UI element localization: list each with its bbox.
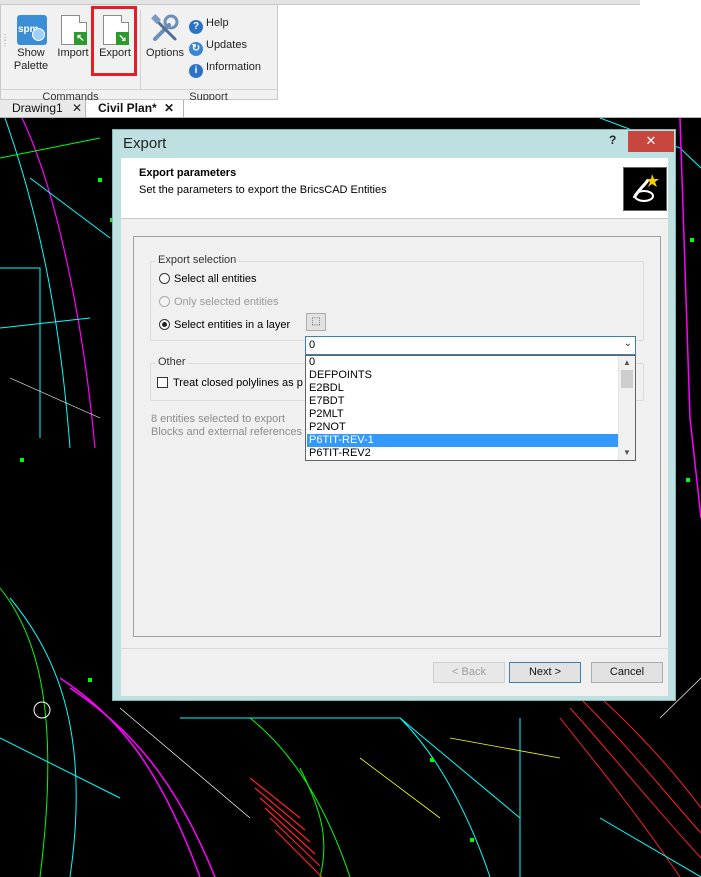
options-button[interactable]: Options (144, 13, 186, 60)
treat-closed-polylines-checkbox[interactable]: Treat closed polylines as p (157, 377, 303, 389)
document-tab-bar: Drawing1 ✕ Civil Plan* ✕ (0, 100, 701, 118)
ribbon: ⋮ ⋮ spm Show Palette ↖ Import ↘ Export O… (0, 0, 701, 103)
export-highlight-box (91, 6, 137, 76)
wizard-page-frame: Export selection Select all entities Onl… (133, 236, 661, 637)
close-icon: ✕ (645, 133, 657, 148)
information-link[interactable]: i Information (189, 57, 261, 78)
chevron-down-icon[interactable]: ⌄ (624, 338, 632, 349)
updates-icon: ↻ (189, 42, 203, 56)
export-logo-icon (623, 167, 667, 211)
other-legend: Other (156, 356, 188, 368)
only-selected-radio: Only selected entities (159, 296, 279, 308)
wizard-header-title: Export parameters (139, 167, 237, 179)
show-palette-label: Show Palette (13, 47, 49, 72)
panel-grip-icon[interactable]: ⋮ ⋮ (1, 34, 9, 55)
select-all-radio[interactable]: Select all entities (159, 273, 257, 285)
scroll-thumb[interactable] (621, 370, 633, 388)
radio-button[interactable] (159, 273, 170, 284)
layer-select[interactable]: 0 ⌄ (305, 336, 636, 355)
tab-drawing1[interactable]: Drawing1 ✕ (0, 100, 86, 117)
import-label: Import (57, 47, 89, 59)
import-button[interactable]: ↖ Import (54, 13, 92, 60)
dropdown-scrollbar[interactable]: ▲ ▼ (618, 356, 635, 460)
ribbon-panel: ⋮ ⋮ spm Show Palette ↖ Import ↘ Export O… (0, 5, 278, 103)
next-button[interactable]: Next > (509, 662, 581, 683)
layer-option[interactable]: P6TIT-REV2 (307, 447, 620, 460)
layer-option[interactable]: DEFPOINTS (307, 369, 620, 382)
radio-button (159, 296, 170, 307)
dialog-close-button[interactable]: ✕ (628, 131, 674, 152)
checkbox[interactable] (157, 377, 168, 388)
blocks-info-text: Blocks and external references in (151, 426, 314, 438)
scroll-down-icon[interactable]: ▼ (619, 446, 635, 460)
dialog-title: Export (123, 135, 167, 152)
layer-option[interactable]: P2NOT (307, 421, 620, 434)
options-label: Options (146, 47, 184, 59)
close-tab-icon[interactable]: ✕ (164, 100, 174, 116)
pick-entities-button[interactable]: ⬚ (306, 313, 326, 331)
radio-button[interactable] (159, 319, 170, 330)
layer-option[interactable]: E7BDT (307, 395, 620, 408)
group-divider (140, 10, 141, 90)
layer-dropdown-list[interactable]: 0 DEFPOINTS E2BDL E7BDT P2MLT P2NOT P6TI… (305, 355, 636, 461)
entities-count-text: 8 entities selected to export (151, 413, 285, 425)
layer-option[interactable]: 0 (307, 356, 620, 369)
close-tab-icon[interactable]: ✕ (72, 100, 82, 116)
updates-link[interactable]: ↻ Updates (189, 35, 247, 56)
dialog-help-button[interactable]: ? (609, 133, 616, 147)
layer-option[interactable]: P2MLT (307, 408, 620, 421)
information-icon: i (189, 64, 203, 78)
cancel-button[interactable]: Cancel (591, 662, 663, 683)
select-in-layer-radio[interactable]: Select entities in a layer (159, 319, 290, 331)
tools-icon (149, 13, 181, 45)
export-selection-legend: Export selection (156, 254, 239, 266)
spm-palette-icon: spm (15, 13, 47, 45)
import-icon: ↖ (57, 13, 89, 45)
help-icon: ? (189, 20, 203, 34)
scroll-up-icon[interactable]: ▲ (619, 356, 635, 370)
help-link[interactable]: ? Help (189, 13, 229, 34)
select-cursor-icon: ⬚ (311, 316, 321, 327)
show-palette-button[interactable]: spm Show Palette (9, 13, 53, 73)
layer-select-value: 0 (309, 339, 316, 351)
back-button[interactable]: < Back (433, 662, 505, 683)
tab-civil-plan[interactable]: Civil Plan* ✕ (86, 100, 184, 117)
footer-divider (121, 648, 668, 649)
wizard-header: Export parameters Set the parameters to … (121, 158, 668, 219)
wizard-header-subtitle: Set the parameters to export the BricsCA… (139, 184, 387, 196)
dialog-titlebar[interactable]: Export ? ✕ (113, 130, 675, 158)
dialog-client-area: Export parameters Set the parameters to … (121, 158, 668, 696)
layer-option-highlighted[interactable]: P6TIT-REV-1 (307, 434, 620, 447)
export-dialog: Export ? ✕ Export parameters Set the par… (112, 129, 676, 701)
layer-option[interactable]: E2BDL (307, 382, 620, 395)
